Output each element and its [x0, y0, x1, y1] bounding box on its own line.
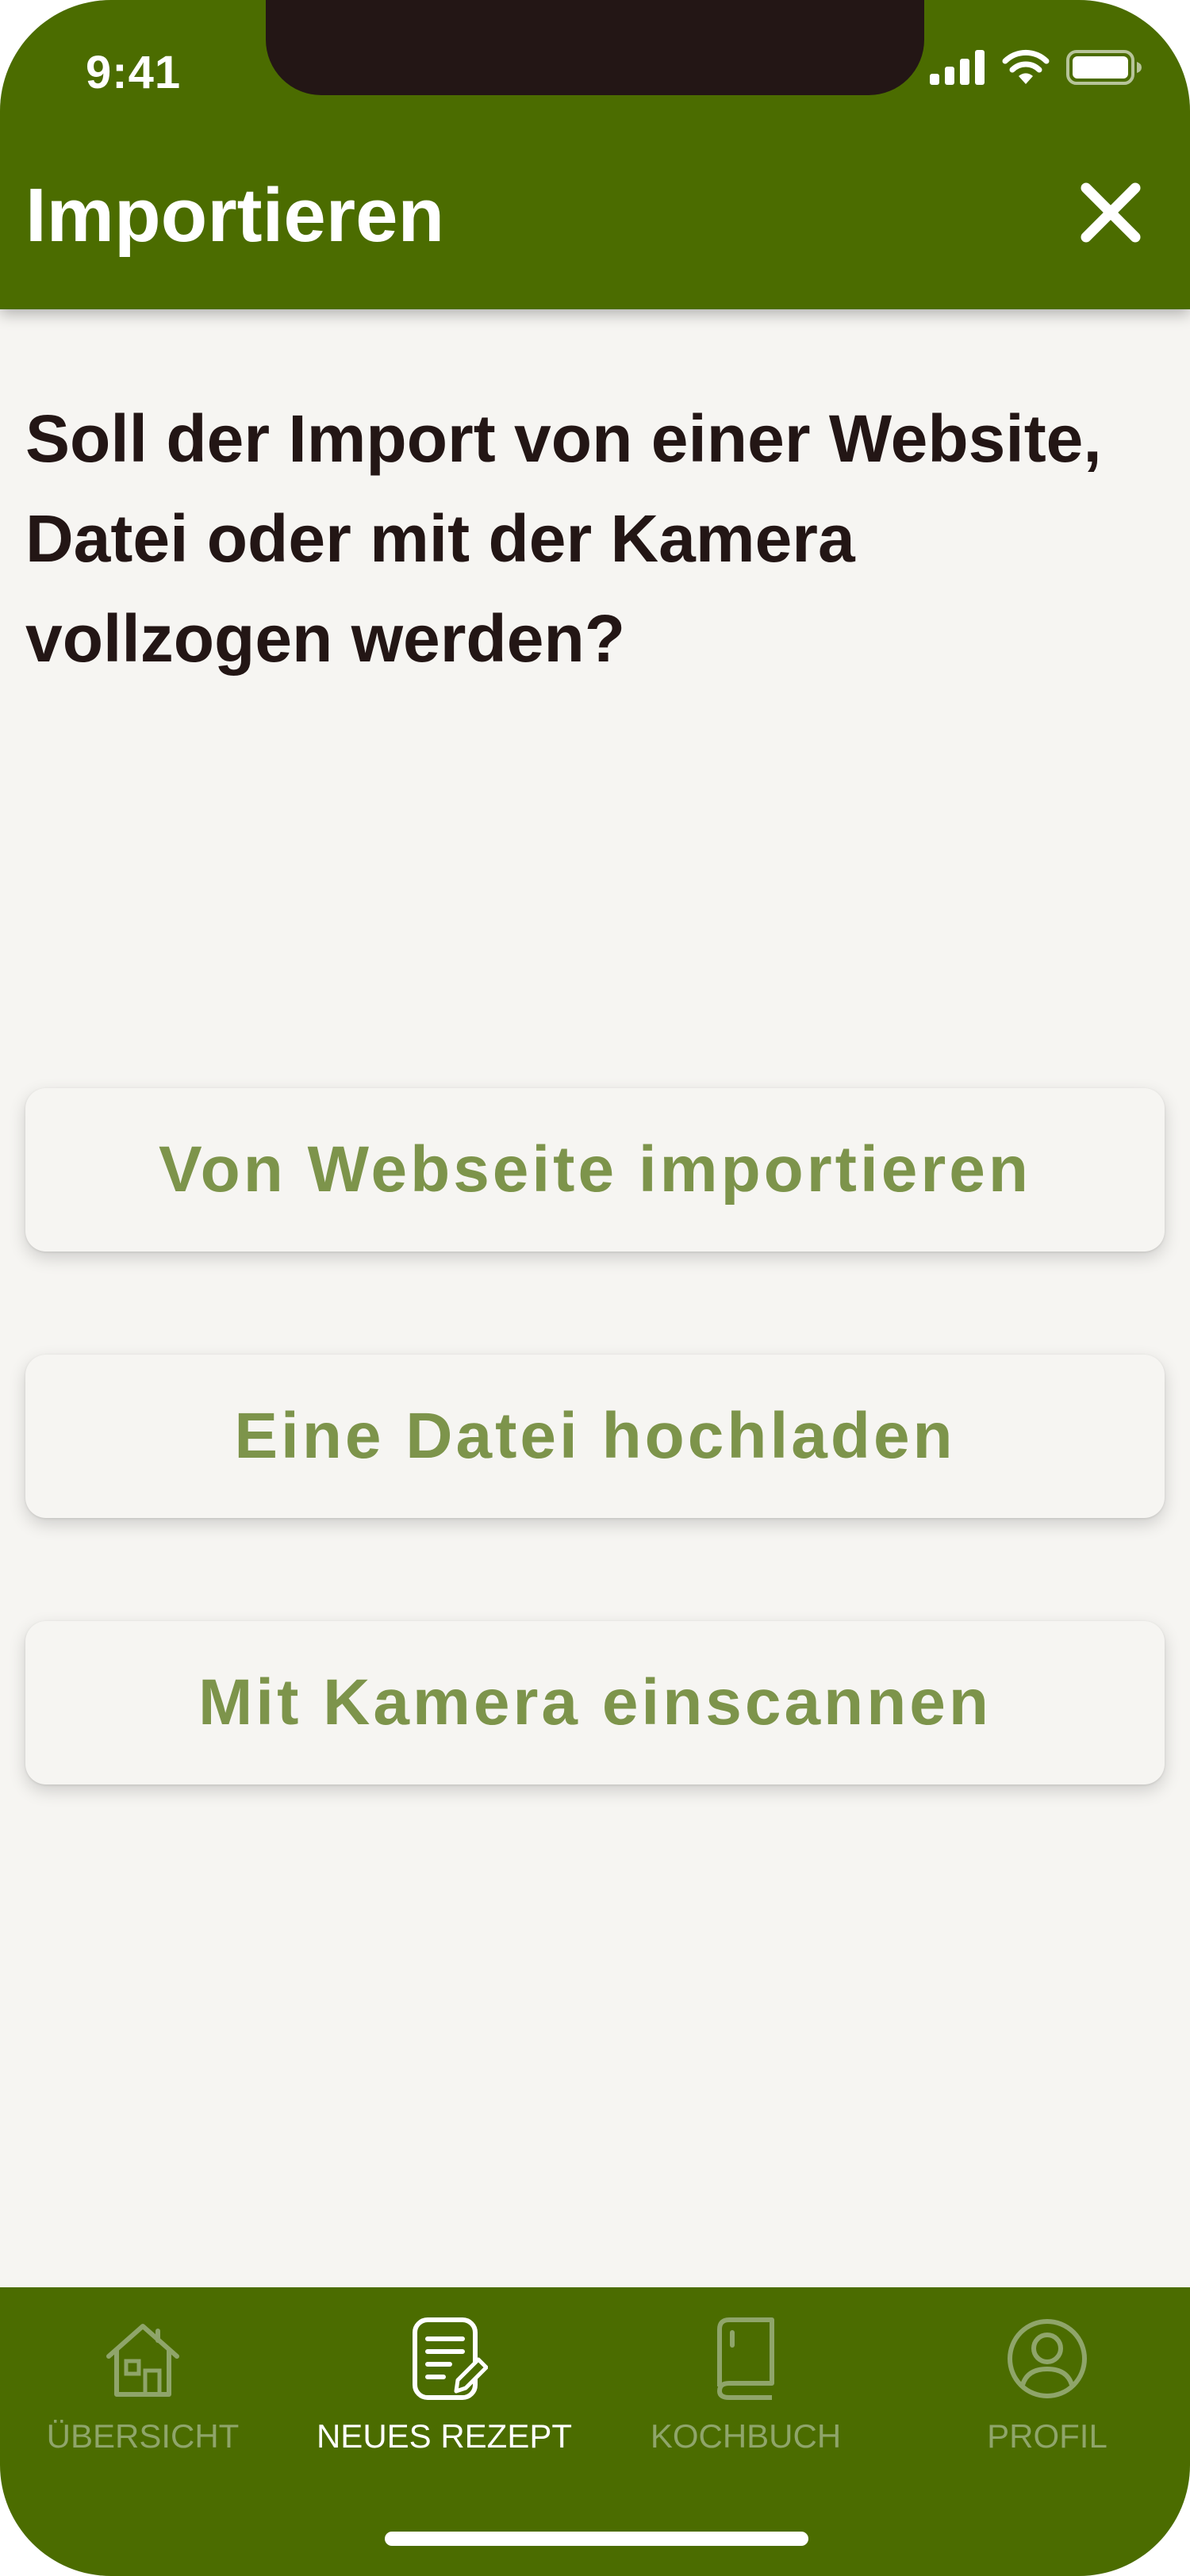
close-button[interactable]: [1071, 174, 1150, 254]
tab-cookbook-label: KOCHBUCH: [650, 2417, 842, 2455]
scan-with-camera-button[interactable]: Mit Kamera einscannen: [25, 1621, 1165, 1784]
house-icon: [95, 2311, 190, 2406]
signal-icon: [930, 50, 985, 89]
device-notch: [266, 0, 924, 95]
app-header: 9:41 Importieren: [0, 0, 1190, 309]
tab-cookbook[interactable]: KOCHBUCH: [603, 2311, 889, 2470]
book-icon: [698, 2311, 793, 2406]
bottom-navigation: ÜBERSICHT NEUES REZEPT KOCHBUCH PROFIL: [0, 2287, 1190, 2576]
status-icons: [930, 49, 1142, 90]
battery-icon: [1066, 49, 1142, 90]
tab-new-recipe-label: NEUES REZEPT: [316, 2417, 573, 2455]
close-icon: [1080, 182, 1142, 247]
tab-overview-label: ÜBERSICHT: [46, 2417, 240, 2455]
tab-profile-label: PROFIL: [987, 2417, 1107, 2455]
home-indicator: [385, 2532, 808, 2546]
import-from-website-button[interactable]: Von Webseite importieren: [25, 1088, 1165, 1252]
import-question: Soll der Import von einer Website, Datei…: [25, 401, 1102, 676]
status-time: 9:41: [86, 47, 182, 98]
page-title: Importieren: [25, 173, 445, 258]
tab-profile[interactable]: PROFIL: [904, 2311, 1190, 2470]
upload-file-button[interactable]: Eine Datei hochladen: [25, 1355, 1165, 1518]
note-edit-icon: [397, 2311, 492, 2406]
tab-overview[interactable]: ÜBERSICHT: [0, 2311, 286, 2470]
wifi-icon: [1001, 49, 1050, 90]
user-circle-icon: [1000, 2311, 1095, 2406]
phone-screen: 9:41 Importieren Soll der Import von ein…: [0, 0, 1190, 2576]
tab-new-recipe[interactable]: NEUES REZEPT: [301, 2311, 587, 2470]
